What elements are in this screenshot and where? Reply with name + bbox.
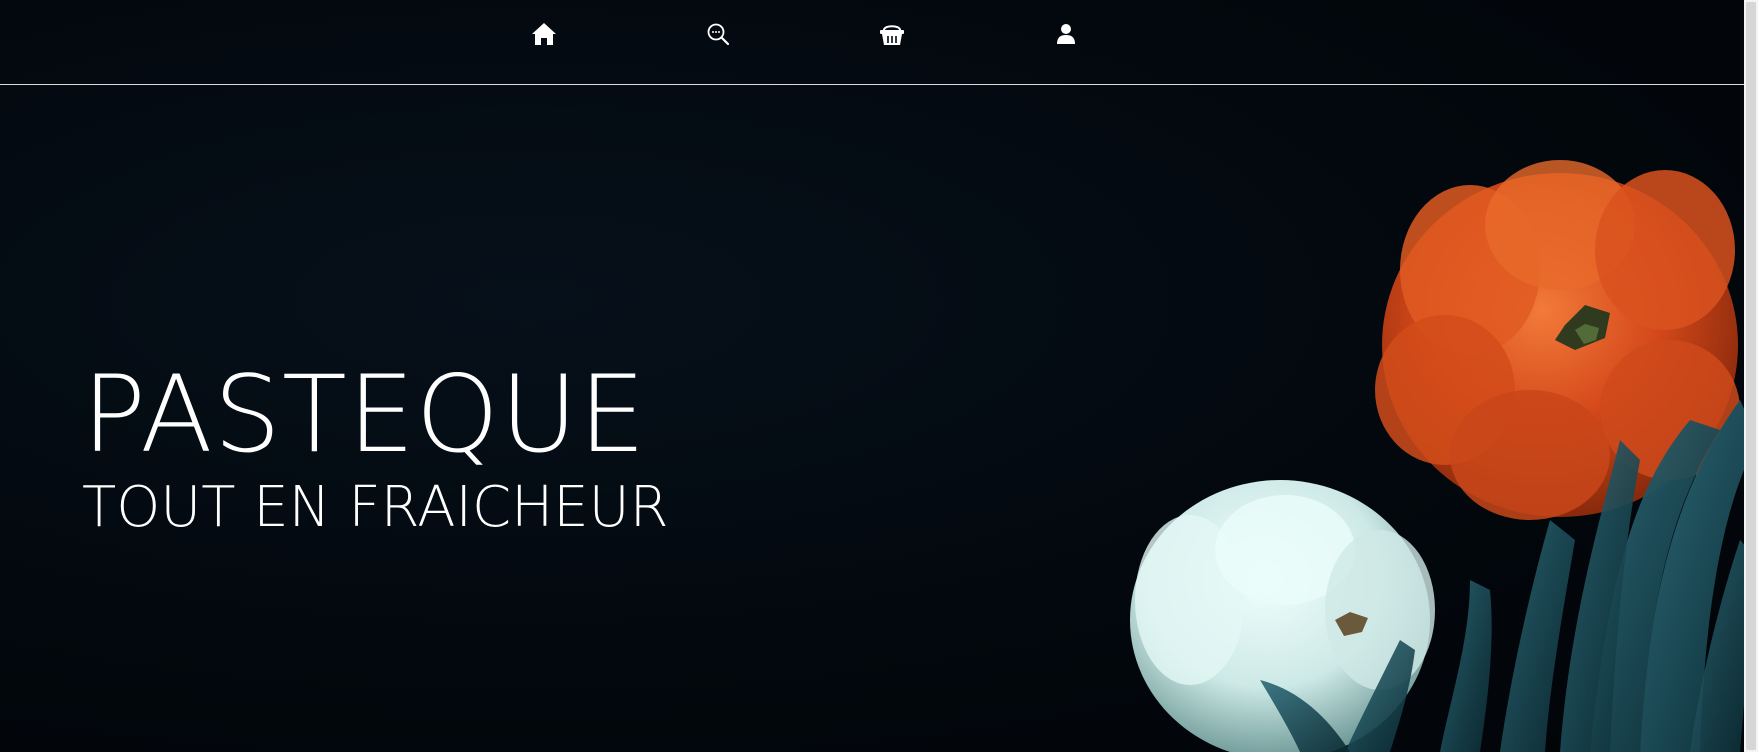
nav-home[interactable] — [524, 14, 564, 54]
top-navbar — [0, 0, 1744, 85]
scrollbar-thumb[interactable] — [1746, 2, 1756, 750]
user-icon — [1057, 24, 1075, 44]
nav-account[interactable] — [1046, 14, 1086, 54]
nav-search[interactable] — [698, 14, 738, 54]
hero-title: PASTEQUE — [82, 353, 647, 476]
nav-basket[interactable] — [872, 14, 912, 54]
hero-subtitle: TOUT EN FRAICHEUR — [82, 475, 669, 540]
page: PASTEQUE TOUT EN FRAICHEUR — [0, 0, 1758, 752]
vertical-scrollbar[interactable] — [1744, 0, 1758, 752]
basket-icon — [880, 25, 904, 45]
home-icon — [532, 23, 556, 45]
search-icon — [707, 23, 730, 46]
